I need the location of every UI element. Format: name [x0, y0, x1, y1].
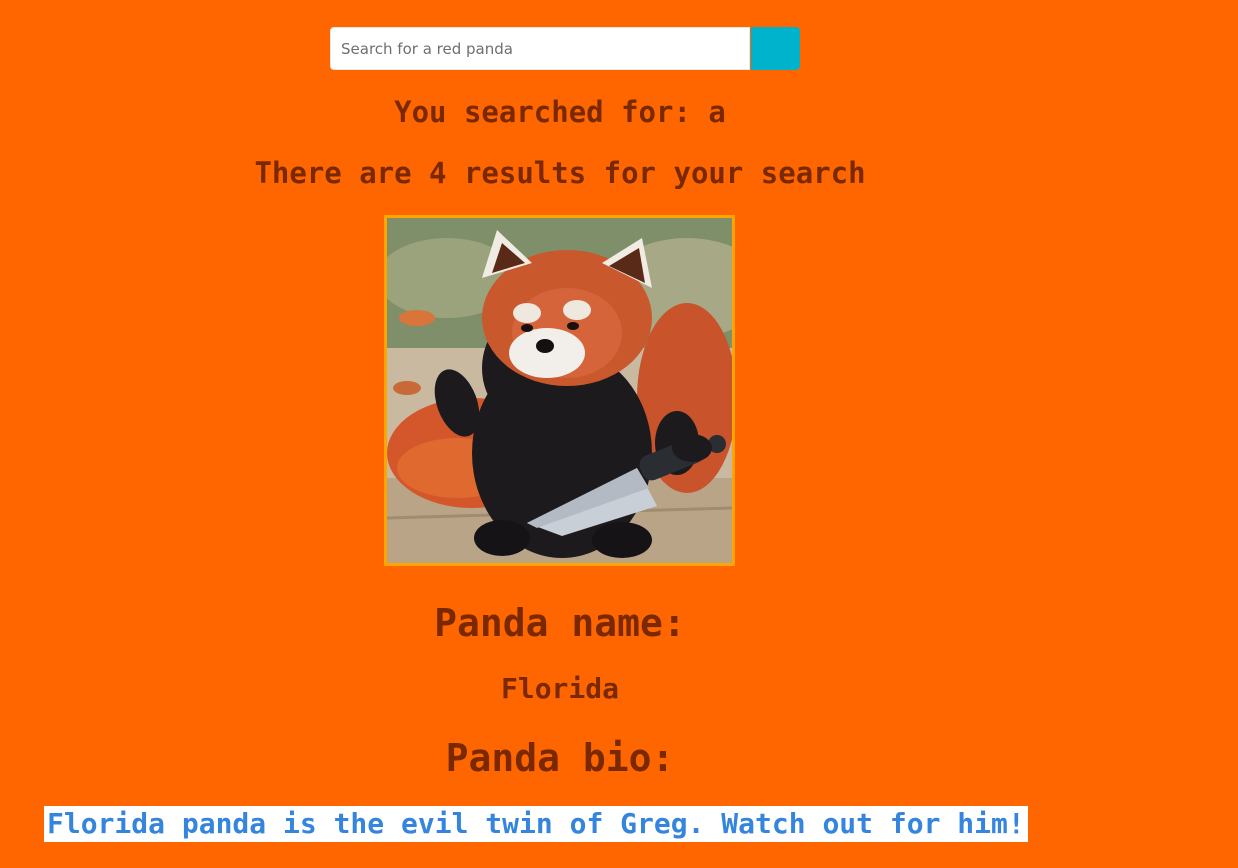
searched-for-text: You searched for: a	[394, 95, 726, 129]
panda-name-value: Florida	[500, 672, 619, 705]
panda-name-heading: Panda name:	[434, 601, 686, 645]
panda-bio-text: Florida panda is the evil twin of Greg. …	[44, 806, 1028, 842]
search-input[interactable]	[330, 27, 750, 70]
result-count-text: There are 4 results for your search	[254, 156, 866, 190]
search-bar	[330, 27, 800, 70]
panda-bio-heading: Panda bio:	[445, 736, 675, 780]
search-button[interactable]	[751, 27, 800, 70]
red-panda-photo	[384, 215, 735, 566]
